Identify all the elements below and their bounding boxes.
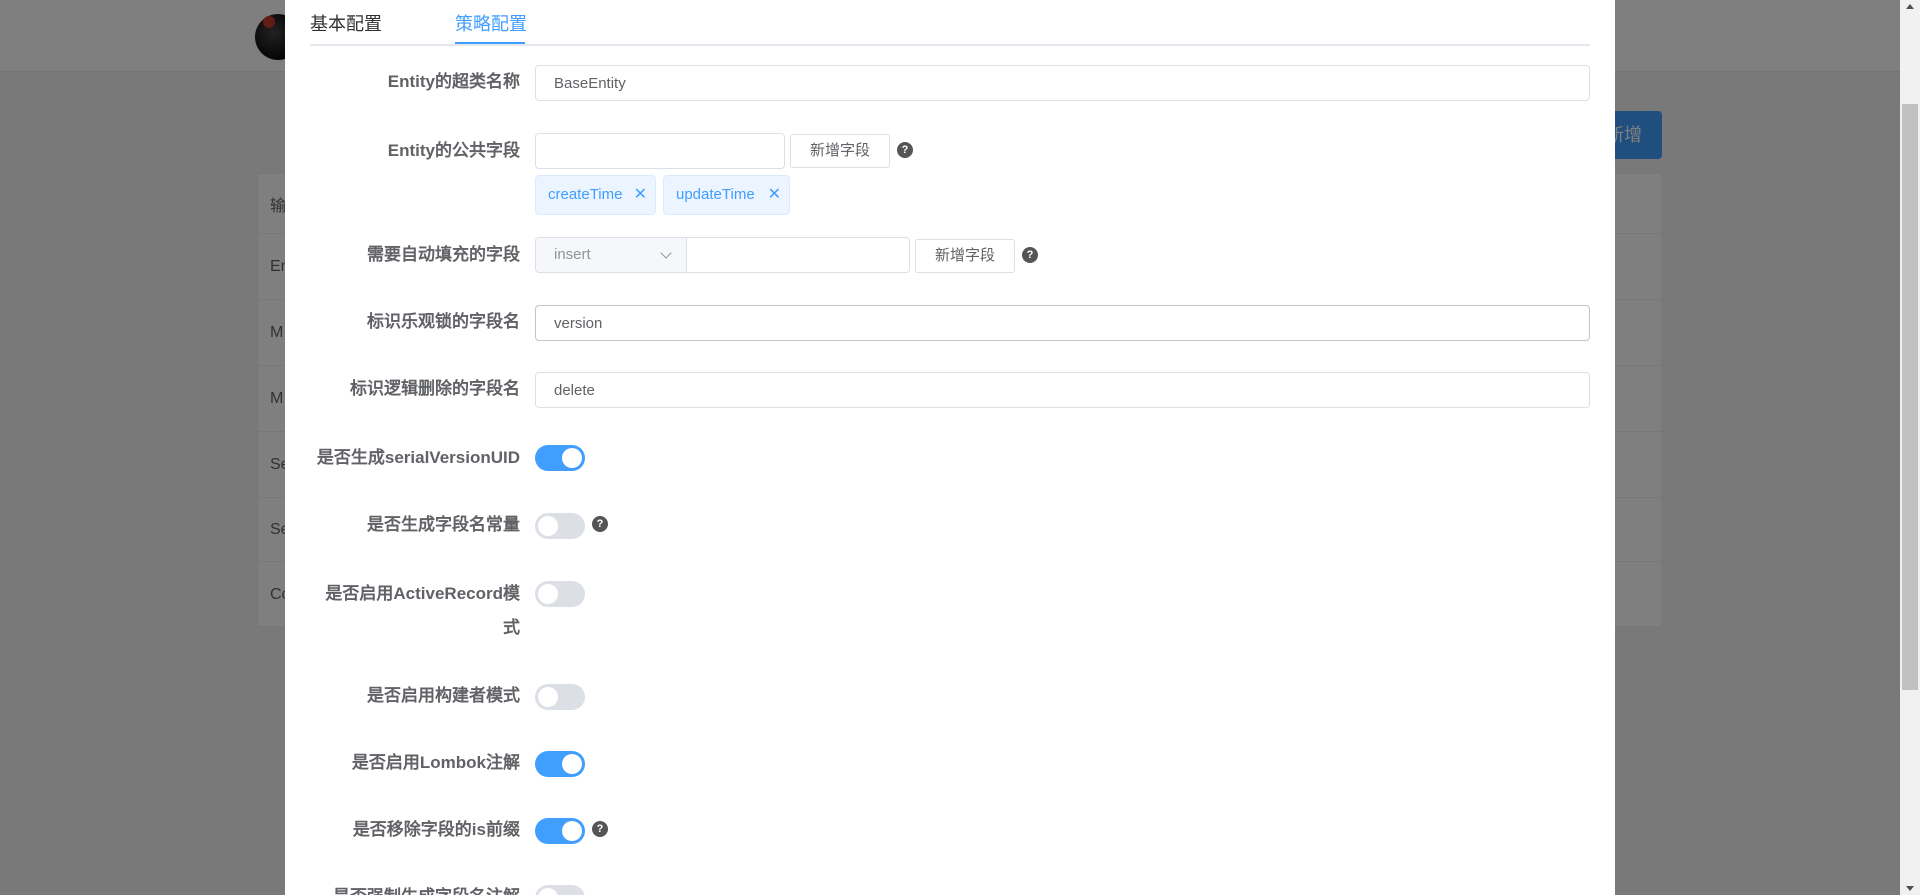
form-row-auto-fill: 需要自动填充的字段 insert 新增字段 ? bbox=[310, 237, 1590, 273]
common-fields-label: Entity的公共字段 bbox=[387, 141, 520, 160]
close-icon[interactable]: ✕ bbox=[768, 176, 781, 214]
switch-knob bbox=[538, 687, 558, 707]
question-circle-icon[interactable]: ? bbox=[592, 516, 608, 532]
lombok-switch[interactable] bbox=[535, 751, 585, 777]
tab-strategy-config[interactable]: 策略配置 bbox=[455, 10, 527, 44]
form-row-logic-delete-field: 标识逻辑删除的字段名 bbox=[310, 372, 1590, 408]
lombok-label: 是否启用Lombok注解 bbox=[351, 753, 520, 772]
remove-is-prefix-switch[interactable] bbox=[535, 818, 585, 844]
tag-update-time: updateTime ✕ bbox=[663, 175, 790, 215]
auto-fill-label: 需要自动填充的字段 bbox=[367, 245, 520, 264]
form-row-active-record: 是否启用ActiveRecord模式 bbox=[310, 577, 1590, 645]
question-circle-icon[interactable]: ? bbox=[1022, 247, 1038, 263]
logic-delete-field-label: 标识逻辑删除的字段名 bbox=[350, 379, 520, 398]
version-field-label: 标识乐观锁的字段名 bbox=[367, 312, 520, 331]
builder-mode-label: 是否启用构建者模式 bbox=[367, 686, 520, 705]
page-scrollbar[interactable] bbox=[1900, 0, 1920, 895]
super-entity-input[interactable] bbox=[535, 65, 1590, 101]
add-common-field-button[interactable]: 新增字段 bbox=[790, 134, 890, 168]
add-auto-fill-field-button[interactable]: 新增字段 bbox=[915, 239, 1015, 273]
field-constants-label: 是否生成字段名常量 bbox=[367, 515, 520, 534]
active-record-switch[interactable] bbox=[535, 581, 585, 607]
switch-knob bbox=[562, 754, 582, 774]
active-tab-indicator bbox=[455, 42, 525, 44]
strategy-config-dialog: 基本配置 策略配置 Entity的超类名称 Entity的公共字段 新增字段 ?… bbox=[285, 0, 1615, 895]
scroll-up-arrow-icon[interactable] bbox=[1906, 4, 1914, 9]
form-row-remove-is-prefix: 是否移除字段的is前缀 ? bbox=[310, 813, 1590, 847]
scrollbar-thumb[interactable] bbox=[1902, 104, 1918, 690]
serial-version-uid-label: 是否生成serialVersionUID bbox=[316, 448, 520, 467]
form-row-field-annotation: 是否强制生成字段名注解 bbox=[310, 880, 1590, 895]
chevron-down-icon bbox=[660, 247, 672, 259]
field-annotation-label: 是否强制生成字段名注解 bbox=[310, 880, 520, 895]
remove-is-prefix-label: 是否移除字段的is前缀 bbox=[352, 820, 520, 839]
tab-basic-config[interactable]: 基本配置 bbox=[310, 10, 382, 44]
tag-create-time: createTime ✕ bbox=[535, 175, 656, 215]
switch-knob bbox=[562, 448, 582, 468]
switch-knob bbox=[538, 888, 558, 895]
switch-knob bbox=[562, 821, 582, 841]
field-annotation-switch[interactable] bbox=[535, 885, 585, 895]
form-row-lombok: 是否启用Lombok注解 bbox=[310, 746, 1590, 780]
serial-version-uid-switch[interactable] bbox=[535, 445, 585, 471]
tag-label: createTime bbox=[548, 186, 623, 203]
scroll-down-arrow-icon[interactable] bbox=[1906, 886, 1914, 891]
question-circle-icon[interactable]: ? bbox=[592, 821, 608, 837]
auto-fill-select[interactable]: insert bbox=[535, 237, 687, 273]
form-row-serial-version-uid: 是否生成serialVersionUID bbox=[310, 441, 1590, 475]
form-row-version-field: 标识乐观锁的字段名 bbox=[310, 305, 1590, 341]
question-circle-icon[interactable]: ? bbox=[897, 142, 913, 158]
tag-label: updateTime bbox=[676, 186, 755, 203]
switch-knob bbox=[538, 584, 558, 604]
auto-fill-select-value: insert bbox=[554, 246, 591, 263]
close-icon[interactable]: ✕ bbox=[634, 176, 647, 214]
form-row-common-fields: Entity的公共字段 新增字段 ? createTime ✕ updateTi… bbox=[310, 133, 1590, 215]
builder-mode-switch[interactable] bbox=[535, 684, 585, 710]
form-row-builder-mode: 是否启用构建者模式 bbox=[310, 679, 1590, 713]
logic-delete-field-input[interactable] bbox=[535, 372, 1590, 408]
active-record-label: 是否启用ActiveRecord模式 bbox=[325, 584, 520, 637]
auto-fill-input[interactable] bbox=[686, 237, 910, 273]
version-field-input[interactable] bbox=[535, 305, 1590, 341]
switch-knob bbox=[538, 516, 558, 536]
config-tabs: 基本配置 策略配置 bbox=[310, 0, 1590, 46]
super-entity-label: Entity的超类名称 bbox=[387, 72, 520, 91]
field-constants-switch[interactable] bbox=[535, 513, 585, 539]
form-row-super-entity: Entity的超类名称 bbox=[310, 65, 1590, 101]
form-row-field-constants: 是否生成字段名常量 ? bbox=[310, 508, 1590, 542]
common-fields-input[interactable] bbox=[535, 133, 785, 169]
